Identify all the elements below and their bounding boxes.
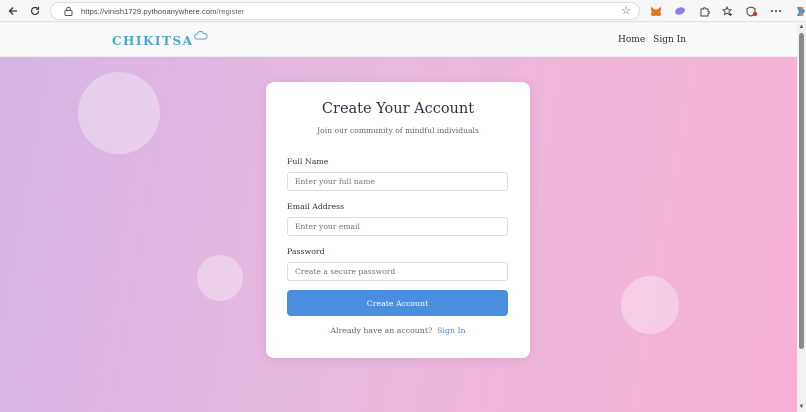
scrollbar-thumb[interactable] — [799, 33, 804, 349]
signin-prompt-row: Already have an account? Sign In — [266, 326, 530, 335]
full-name-input[interactable] — [287, 172, 508, 191]
site-logo[interactable]: CHIKITSA — [112, 28, 209, 52]
reload-icon[interactable] — [24, 0, 46, 22]
decorative-circle — [621, 276, 679, 334]
url-host: https://vinish1729.pythonanywhere.com — [81, 6, 217, 16]
cloud-icon — [194, 28, 209, 46]
metamask-icon[interactable] — [644, 0, 668, 22]
scroll-up-icon[interactable]: ▲ — [797, 23, 806, 32]
hero-background: Create Your Account Join our community o… — [0, 57, 797, 412]
decorative-circle — [197, 255, 243, 301]
email-input[interactable] — [287, 217, 508, 236]
star-icon[interactable]: ☆ — [621, 4, 631, 17]
password-input[interactable] — [287, 262, 508, 281]
extension-icon[interactable] — [668, 0, 692, 22]
site-nav: Home Sign In — [618, 23, 686, 57]
page-viewport: CHIKITSA Home Sign In Create Your Accoun… — [0, 23, 797, 412]
puzzle-icon[interactable] — [692, 0, 716, 22]
url-path: /register — [216, 6, 245, 16]
email-label: Email Address — [287, 202, 345, 211]
nav-home-link[interactable]: Home — [618, 35, 645, 45]
nav-sign-in-link[interactable]: Sign In — [653, 35, 686, 45]
lock-icon[interactable] — [59, 6, 77, 16]
sign-in-link[interactable]: Sign In — [437, 326, 465, 335]
scroll-down-icon[interactable]: ▼ — [797, 403, 806, 412]
url-text[interactable]: https://vinish1729.pythonanywhere.com/re… — [81, 7, 244, 16]
extension-bar — [644, 0, 806, 22]
logo-text: CHIKITSA — [112, 34, 194, 48]
back-icon[interactable] — [2, 0, 24, 22]
register-card: Create Your Account Join our community o… — [266, 82, 530, 358]
address-bar[interactable]: https://vinish1729.pythonanywhere.com/re… — [50, 2, 640, 20]
favorites-icon[interactable] — [716, 0, 740, 22]
full-name-label: Full Name — [287, 157, 329, 166]
site-header: CHIKITSA Home Sign In — [0, 23, 797, 57]
decorative-circle — [78, 72, 160, 154]
form-title: Create Your Account — [321, 101, 475, 117]
signin-prompt-text: Already have an account? — [330, 326, 433, 335]
scrollbar[interactable]: ▲ ▼ — [797, 23, 806, 412]
more-icon[interactable] — [764, 0, 788, 22]
shield-icon[interactable] — [740, 0, 764, 22]
browser-toolbar: https://vinish1729.pythonanywhere.com/re… — [0, 0, 806, 22]
create-account-button[interactable]: Create Account — [287, 290, 508, 316]
form-subtitle: Join our community of mindful individual… — [317, 126, 479, 135]
copilot-icon[interactable] — [788, 0, 806, 22]
password-label: Password — [287, 247, 325, 256]
